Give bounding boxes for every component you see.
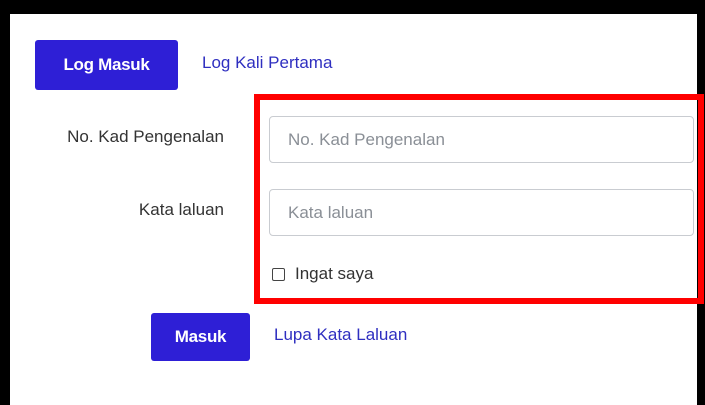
log-masuk-tab-button[interactable]: Log Masuk: [35, 40, 178, 90]
password-input[interactable]: [269, 189, 694, 236]
id-number-label: No. Kad Pengenalan: [67, 127, 224, 146]
frame-top-border: [0, 0, 705, 14]
remember-me-checkbox[interactable]: [272, 268, 285, 281]
frame-right-border: [697, 0, 705, 405]
frame-left-border: [0, 0, 10, 405]
forgot-password-link[interactable]: Lupa Kata Laluan: [274, 325, 407, 345]
id-number-input[interactable]: [269, 116, 694, 163]
log-kali-pertama-link[interactable]: Log Kali Pertama: [202, 53, 332, 73]
remember-me-label[interactable]: Ingat saya: [295, 264, 373, 284]
masuk-submit-button[interactable]: Masuk: [151, 313, 250, 361]
password-label: Kata laluan: [138, 200, 224, 219]
